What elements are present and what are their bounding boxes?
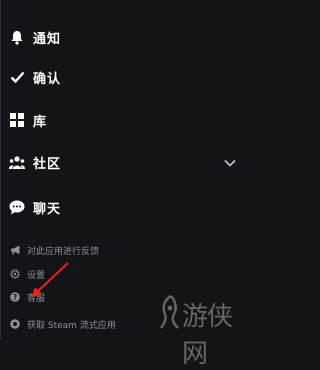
check-icon xyxy=(9,69,25,85)
menu-item-label: 客服 xyxy=(27,293,46,304)
chat-bubble-icon xyxy=(9,199,25,215)
menu-item-label: 确认 xyxy=(33,71,62,87)
menu-item-label: 社区 xyxy=(33,156,62,172)
grid-icon xyxy=(9,112,25,128)
watermark-logo-icon xyxy=(159,294,179,329)
menu-item-community[interactable]: 社区 xyxy=(1,143,243,181)
watermark: 游侠网 xyxy=(158,292,242,369)
menu-item-library[interactable]: 库 xyxy=(1,101,243,139)
menu-item-label: 通知 xyxy=(33,31,62,47)
svg-text:?: ? xyxy=(13,293,17,302)
menu-item-confirm[interactable]: 确认 xyxy=(1,58,243,96)
megaphone-icon xyxy=(9,244,21,256)
gear-icon xyxy=(9,268,21,280)
menu-item-chat[interactable]: 聊天 xyxy=(1,188,243,226)
steam-link-icon xyxy=(9,318,21,330)
menu-item-notifications[interactable]: 通知 xyxy=(1,18,243,56)
side-menu: 通知 确认 库 社区 聊天 对此应用进行反馈 设置 ? 客服 获取 Steam … xyxy=(0,0,242,340)
watermark-text: 游侠网 xyxy=(182,302,233,369)
bell-icon xyxy=(9,29,25,45)
menu-item-label: 聊天 xyxy=(33,201,62,217)
chevron-down-icon[interactable] xyxy=(223,155,237,169)
menu-item-label: 对此应用进行反馈 xyxy=(27,246,100,257)
menu-item-label: 库 xyxy=(33,114,48,130)
community-icon xyxy=(9,154,25,170)
menu-item-label: 设置 xyxy=(27,270,46,281)
menu-item-label: 获取 Steam 流式应用 xyxy=(27,320,116,331)
menu-item-settings[interactable]: 设置 xyxy=(1,263,243,285)
menu-item-feedback[interactable]: 对此应用进行反馈 xyxy=(1,239,243,261)
question-icon: ? xyxy=(9,291,21,303)
